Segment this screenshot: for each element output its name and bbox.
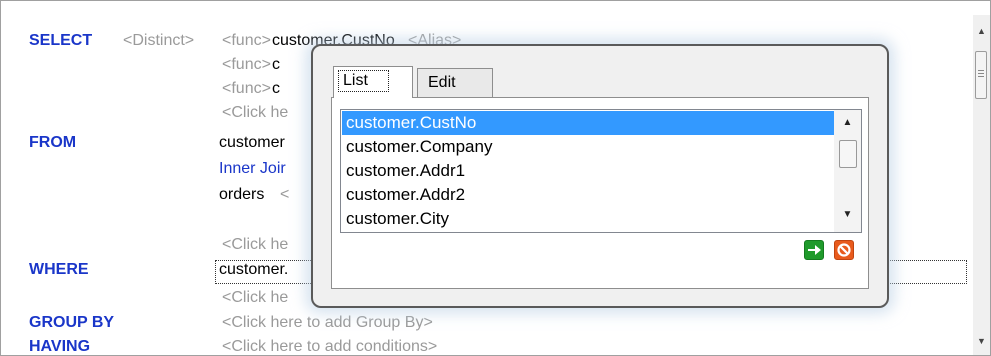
tab-edit[interactable]: Edit bbox=[417, 68, 493, 98]
from-table-2-alias-partial[interactable]: < bbox=[280, 186, 289, 204]
list-item[interactable]: customer.CustNo bbox=[342, 111, 835, 135]
select-field-3[interactable]: c bbox=[272, 80, 280, 98]
scroll-down-icon[interactable]: ▼ bbox=[973, 333, 990, 350]
tab-list-label: List bbox=[338, 70, 389, 92]
group-by-keyword[interactable]: GROUP BY bbox=[29, 314, 114, 332]
list-item[interactable]: customer.Addr1 bbox=[342, 159, 835, 183]
tab-edit-label: Edit bbox=[428, 74, 456, 91]
list-scroll-down-icon[interactable]: ▼ bbox=[834, 204, 861, 226]
add-condition-placeholder[interactable]: <Click he bbox=[222, 289, 288, 307]
add-table-placeholder[interactable]: <Click he bbox=[222, 236, 288, 254]
listbox-scrollbar[interactable]: ▲ ▼ bbox=[834, 110, 861, 232]
field-listbox[interactable]: customer.CustNo customer.Company custome… bbox=[340, 109, 862, 233]
list-tab-panel: customer.CustNo customer.Company custome… bbox=[331, 97, 869, 289]
green-arrow-right-icon bbox=[808, 245, 821, 255]
scrollbar-thumb[interactable] bbox=[975, 51, 987, 99]
vertical-scrollbar[interactable]: ▲ ▼ bbox=[973, 15, 990, 355]
from-table-1[interactable]: customer bbox=[219, 134, 285, 152]
select-field-2[interactable]: c bbox=[272, 56, 280, 74]
list-item[interactable]: customer.Addr2 bbox=[342, 183, 835, 207]
func-placeholder-row3[interactable]: <func> bbox=[222, 80, 271, 98]
cancel-button[interactable] bbox=[834, 240, 854, 260]
group-by-placeholder[interactable]: <Click here to add Group By> bbox=[222, 314, 433, 332]
func-placeholder-row1[interactable]: <func> bbox=[222, 32, 271, 50]
where-keyword[interactable]: WHERE bbox=[29, 261, 89, 279]
having-keyword[interactable]: HAVING bbox=[29, 338, 90, 355]
list-item[interactable]: customer.Company bbox=[342, 135, 835, 159]
from-keyword[interactable]: FROM bbox=[29, 134, 76, 152]
field-picker-popup: List Edit customer.CustNo customer.Compa… bbox=[311, 44, 889, 308]
list-item[interactable]: customer.City bbox=[342, 207, 835, 231]
add-field-placeholder[interactable]: <Click he bbox=[222, 104, 288, 122]
join-type-link[interactable]: Inner Joir bbox=[219, 160, 286, 178]
ok-button[interactable] bbox=[804, 240, 824, 260]
select-keyword[interactable]: SELECT bbox=[29, 32, 92, 50]
from-table-2[interactable]: orders bbox=[219, 186, 264, 204]
list-scroll-up-icon[interactable]: ▲ bbox=[834, 112, 861, 134]
having-placeholder[interactable]: <Click here to add conditions> bbox=[222, 338, 437, 355]
distinct-placeholder[interactable]: <Distinct> bbox=[123, 32, 194, 50]
where-condition-text[interactable]: customer. bbox=[219, 261, 288, 279]
tab-list[interactable]: List bbox=[333, 66, 413, 98]
query-builder-canvas: SELECT <Distinct> <func> customer.CustNo… bbox=[0, 0, 991, 356]
scroll-up-icon[interactable]: ▲ bbox=[973, 23, 990, 40]
listbox-scrollbar-thumb[interactable] bbox=[839, 140, 857, 168]
red-no-sign-icon bbox=[837, 243, 851, 257]
func-placeholder-row2[interactable]: <func> bbox=[222, 56, 271, 74]
